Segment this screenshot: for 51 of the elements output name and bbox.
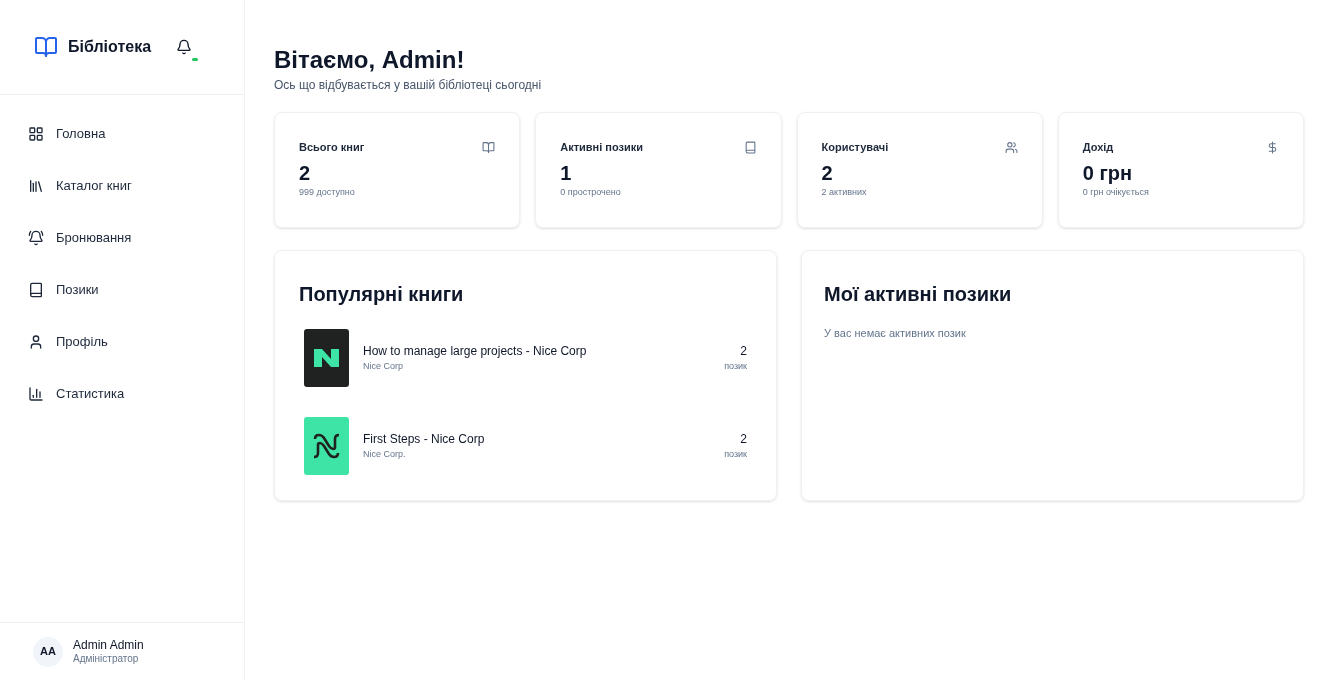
users-icon <box>1004 140 1018 154</box>
grid-icon <box>28 126 44 142</box>
stat-value: 0 грн <box>1082 160 1134 186</box>
loan-count: 2 <box>740 431 747 449</box>
user-name: Admin Admin <box>73 637 144 653</box>
book-icon <box>28 282 44 298</box>
page-subtitle: Ось що відбувається у вашій бібліотеці сьогодні <box>274 77 543 94</box>
stat-label: Всього книг <box>299 140 365 155</box>
book-row[interactable]: First Steps - Nice Corp Nice Corp. 2 позик <box>304 417 747 475</box>
nav-item[interactable]: Позики <box>28 275 216 305</box>
book-row[interactable]: How to manage large projects - Nice Corp Nice Corp 2 позик <box>304 329 747 387</box>
stat-note: 999 доступно <box>299 185 356 199</box>
book-cover-icon <box>304 417 349 475</box>
brand-title: Бібліотека <box>68 37 152 57</box>
dollar-icon <box>1266 140 1279 154</box>
book-logo-icon <box>34 35 58 59</box>
books-icon <box>28 178 44 194</box>
stat-value: 2 <box>299 160 312 186</box>
user-role: Адміністратор <box>73 652 140 666</box>
bar-chart-icon <box>28 386 44 402</box>
book-title: How to manage large projects - Nice Corp <box>363 343 588 361</box>
nav-item[interactable]: Головна <box>28 119 216 149</box>
stat-value: 1 <box>560 160 573 186</box>
stat-note: 0 грн очікується <box>1082 185 1150 199</box>
card-title: Мої активні позики <box>824 282 1013 307</box>
stat-label: Активні позики <box>560 140 644 155</box>
user-icon <box>28 334 44 350</box>
book-title: First Steps - Nice Corp <box>363 431 486 449</box>
stat-value: 2 <box>821 160 834 186</box>
card-title: Популярні книги <box>299 282 465 307</box>
stat-label: Користувачі <box>821 140 889 155</box>
loan-unit: позик <box>724 448 747 462</box>
open-book-icon <box>482 140 496 154</box>
nav-item[interactable]: Бронювання <box>28 223 216 253</box>
book-author: Nice Corp <box>363 360 404 374</box>
book-author: Nice Corp. <box>363 448 407 462</box>
empty-message: У вас немає активних позик <box>824 326 967 341</box>
notifications-button[interactable] <box>176 39 198 61</box>
stat-note: 2 активних <box>821 185 868 199</box>
stat-label: Дохід <box>1082 140 1114 155</box>
bell-icon <box>28 230 44 246</box>
loan-unit: позик <box>724 360 747 374</box>
book-cover-icon <box>304 329 349 387</box>
nav-item[interactable]: Профіль <box>28 327 216 357</box>
book-icon <box>743 140 757 154</box>
loan-count: 2 <box>740 343 747 361</box>
nav-item[interactable]: Каталог книг <box>28 171 216 201</box>
nav-item[interactable]: Статистика <box>28 379 216 409</box>
page-title: Вітаємо, Admin! <box>274 45 466 75</box>
stat-note: 0 прострочено <box>560 185 622 199</box>
avatar: AA <box>33 636 63 667</box>
